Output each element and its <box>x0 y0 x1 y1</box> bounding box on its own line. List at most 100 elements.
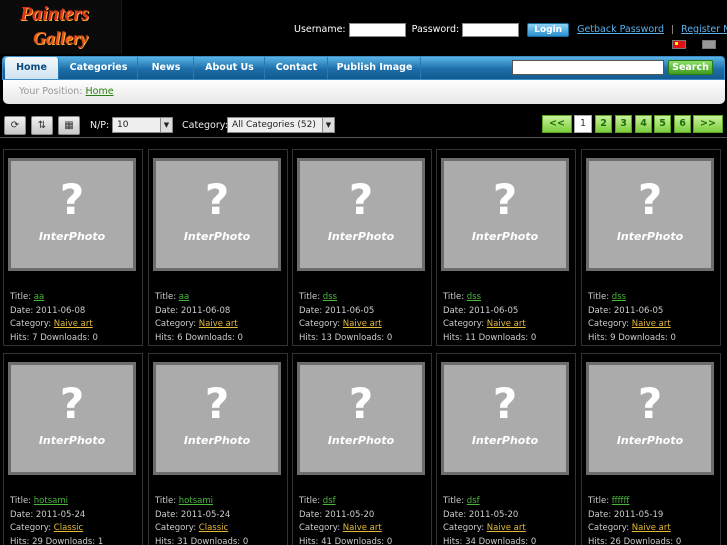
date-label: Date: <box>588 305 612 316</box>
category-label: Category: <box>182 120 228 131</box>
item-title-link[interactable]: hotsami <box>34 496 68 506</box>
page-4[interactable]: 4 <box>635 115 652 133</box>
hits-label: Hits: <box>588 537 608 545</box>
nav-categories[interactable]: Categories <box>60 57 138 79</box>
page-1[interactable]: 1 <box>574 115 592 133</box>
title-label: Title: <box>588 496 610 506</box>
item-hits: 34 <box>465 537 476 545</box>
item-downloads: 0 <box>675 537 682 545</box>
nav-contact[interactable]: Contact <box>266 57 328 79</box>
image-thumbnail[interactable]: ? InterPhoto <box>297 158 425 271</box>
item-category-row: Category: Naive art <box>443 522 536 536</box>
item-category-link[interactable]: Naive art <box>343 523 382 533</box>
category-select[interactable]: All Categories (52) ▼ <box>227 117 335 133</box>
item-title-link[interactable]: aa <box>179 292 189 302</box>
getback-password-link[interactable]: Getback Password <box>577 24 664 35</box>
item-downloads: 0 <box>670 333 676 344</box>
item-hits: 31 <box>177 537 188 545</box>
image-thumbnail[interactable]: ? InterPhoto <box>586 158 714 271</box>
item-date-row: Date: 2011-06-05 <box>588 305 676 319</box>
item-category-link[interactable]: Naive art <box>487 523 526 533</box>
item-category-link[interactable]: Naive art <box>199 319 238 329</box>
item-category-link[interactable]: Classic <box>199 523 228 533</box>
item-stats-row: Hits: 34 Downloads: 0 <box>443 536 536 545</box>
date-label: Date: <box>588 509 612 520</box>
password-input[interactable] <box>462 22 520 37</box>
item-title-link[interactable]: hotsami <box>179 496 213 506</box>
image-thumbnail[interactable]: ? InterPhoto <box>153 158 281 271</box>
item-title-link[interactable]: aa <box>34 292 44 302</box>
nav-about-us[interactable]: About Us <box>195 57 265 79</box>
header: Painters Gallery Username: Password: Log… <box>0 0 727 56</box>
item-category-link[interactable]: Naive art <box>343 319 382 329</box>
logo-line-1: Painters <box>20 3 89 25</box>
per-page-select[interactable]: 10 ▼ <box>112 117 173 133</box>
page-first[interactable]: << <box>542 115 572 133</box>
search-input[interactable] <box>512 60 664 75</box>
item-category-link[interactable]: Naive art <box>487 319 526 329</box>
item-title-link[interactable]: dss <box>467 292 481 302</box>
item-title-link[interactable]: dss <box>323 292 337 302</box>
nav-home[interactable]: Home <box>5 57 59 79</box>
item-category-row: Category: Naive art <box>299 318 392 332</box>
page-5[interactable]: 5 <box>654 115 671 133</box>
item-category-row: Category: Naive art <box>588 522 681 536</box>
item-hits: 13 <box>321 333 332 344</box>
placeholder-question-icon: ? <box>637 379 663 428</box>
toolbar: ⟳ ⇅ ▦ N/P: 10 ▼ Category: All Categories… <box>0 114 727 138</box>
sort-by-date-icon[interactable]: ⟳ <box>4 116 26 135</box>
item-stats-row: Hits: 29 Downloads: 1 <box>10 536 103 545</box>
search-button[interactable]: Search <box>668 60 713 75</box>
chevron-down-icon: ▼ <box>160 118 172 132</box>
item-category-link[interactable]: Naive art <box>632 523 671 533</box>
item-stats-row: Hits: 11 Downloads: 0 <box>443 332 536 346</box>
item-date: 2011-06-05 <box>324 305 375 316</box>
chinese-flag-icon[interactable] <box>672 40 686 49</box>
category-label: Category: <box>443 319 485 330</box>
hits-label: Hits: <box>155 333 175 344</box>
site-logo[interactable]: Painters Gallery <box>0 0 122 54</box>
item-title-link[interactable]: dss <box>612 292 626 302</box>
hits-label: Hits: <box>299 333 319 344</box>
nav-publish-image[interactable]: Publish Image <box>329 57 421 79</box>
image-thumbnail[interactable]: ? InterPhoto <box>153 362 281 475</box>
item-title-row: Title: ffffff <box>588 495 681 509</box>
category-label: Category: <box>155 319 197 330</box>
nav-news[interactable]: News <box>139 57 194 79</box>
placeholder-question-icon: ? <box>59 379 85 428</box>
item-stats-row: Hits: 6 Downloads: 0 <box>155 332 243 346</box>
breadcrumb-home-link[interactable]: Home <box>86 86 114 97</box>
gallery-item: ? InterPhoto Title: hotsami Date: 2011-05-2… <box>3 353 143 545</box>
image-thumbnail[interactable]: ? InterPhoto <box>586 362 714 475</box>
sort-by-name-icon[interactable]: ⇅ <box>31 116 53 135</box>
item-category-row: Category: Naive art <box>443 318 536 332</box>
english-flag-icon[interactable] <box>702 40 716 49</box>
item-category-link[interactable]: Naive art <box>632 319 671 329</box>
page-6[interactable]: 6 <box>674 115 691 133</box>
username-input[interactable] <box>348 22 406 37</box>
item-title-row: Title: aa <box>10 291 98 305</box>
login-button[interactable]: Login <box>527 22 570 37</box>
item-title-link[interactable]: ffffff <box>612 496 630 506</box>
item-meta: Title: dss Date: 2011-06-05 Category: Naiv… <box>443 291 536 346</box>
item-category-link[interactable]: Classic <box>54 523 83 533</box>
item-category-link[interactable]: Naive art <box>54 319 93 329</box>
item-title-link[interactable]: dsf <box>467 496 480 506</box>
image-thumbnail[interactable]: ? InterPhoto <box>8 362 136 475</box>
image-thumbnail[interactable]: ? InterPhoto <box>297 362 425 475</box>
item-title-link[interactable]: dsf <box>323 496 336 506</box>
breadcrumb: Your Position: Home <box>3 80 725 104</box>
register-link[interactable]: Register Now? <box>681 24 727 35</box>
sort-by-size-icon[interactable]: ▦ <box>58 116 80 135</box>
page-3[interactable]: 3 <box>615 115 632 133</box>
item-meta: Title: hotsami Date: 2011-05-24 Category: … <box>10 495 103 545</box>
item-hits: 9 <box>610 333 616 344</box>
page-2[interactable]: 2 <box>595 115 612 133</box>
item-date: 2011-06-05 <box>613 305 664 316</box>
image-thumbnail[interactable]: ? InterPhoto <box>8 158 136 271</box>
category-label: Category: <box>10 319 52 330</box>
page-last[interactable]: >> <box>693 115 723 133</box>
date-label: Date: <box>443 305 467 316</box>
image-thumbnail[interactable]: ? InterPhoto <box>441 362 569 475</box>
image-thumbnail[interactable]: ? InterPhoto <box>441 158 569 271</box>
